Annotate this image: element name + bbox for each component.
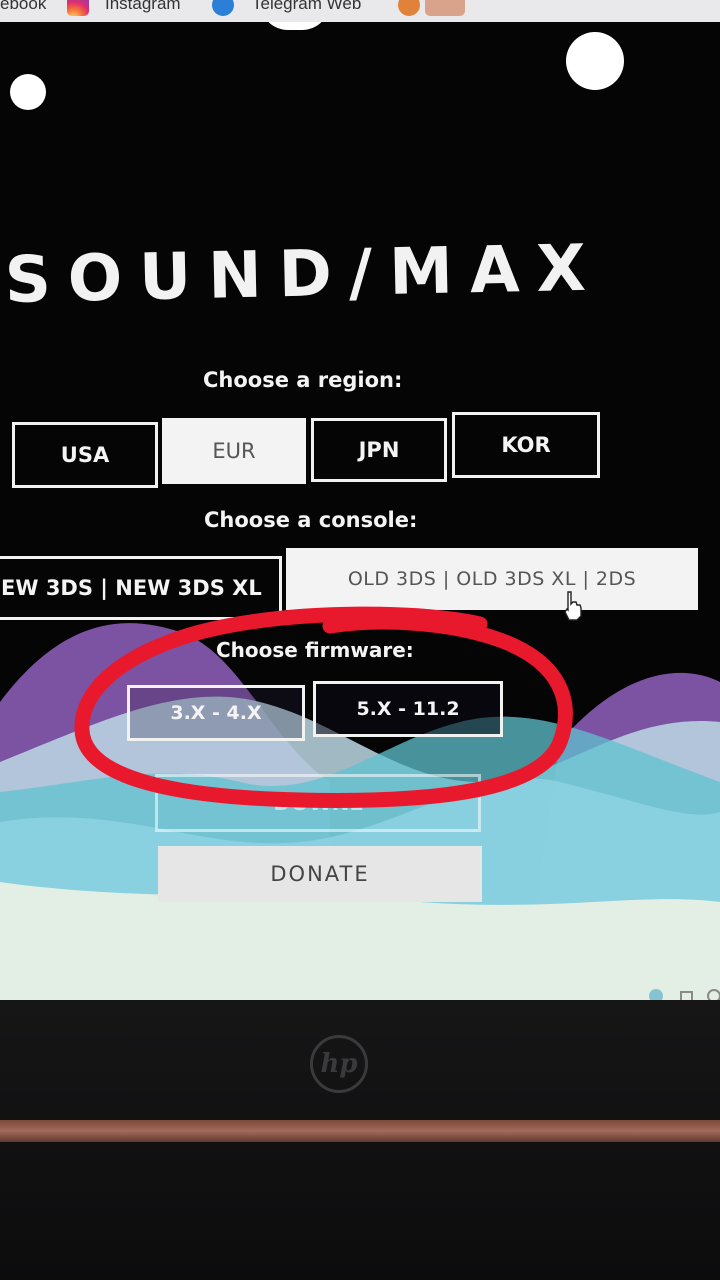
browser-viewport: SOUND/MAX Choose a region: USA EUR JPN K… [0,22,720,1007]
photo-of-laptop-screen: ebook Instagram Telegram Web SOUND/MAX C… [0,0,720,1280]
bookmark-telegram-web[interactable]: Telegram Web [252,0,361,14]
laptop-hinge [0,1120,720,1142]
bookmark-favicon [425,0,465,16]
instagram-icon [67,0,89,16]
bookmarks-bar: ebook Instagram Telegram Web [0,0,720,22]
hp-logo: hp [310,1035,368,1093]
bookmark-facebook[interactable]: ebook [0,0,46,14]
telegram-icon [212,0,234,16]
red-annotation-circle [74,606,573,808]
bookmark-instagram[interactable]: Instagram [105,0,181,14]
bookmark-favicon [398,0,420,16]
